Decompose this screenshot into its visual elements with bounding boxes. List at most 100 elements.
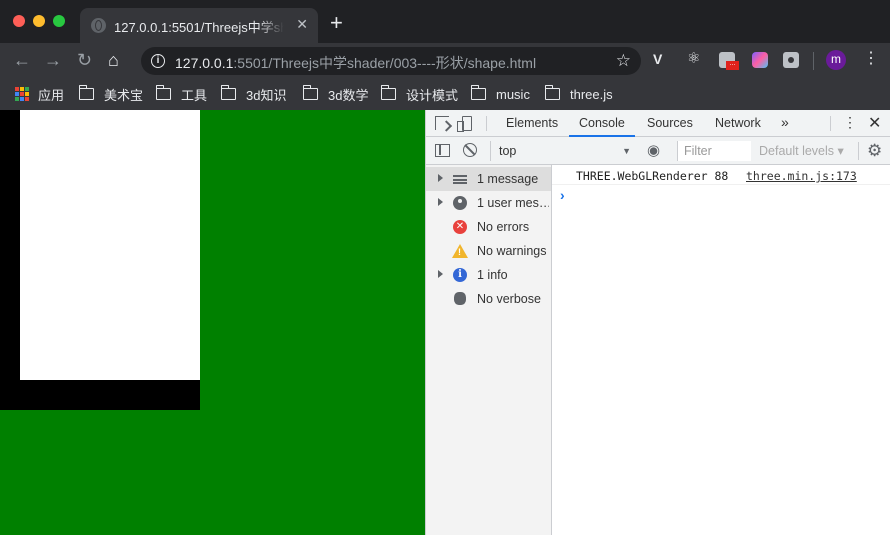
sidebar-item-info[interactable]: i 1 info: [426, 263, 551, 287]
new-tab-button[interactable]: +: [330, 12, 343, 34]
bookmark-folder[interactable]: 设计模式: [380, 84, 459, 104]
bug-icon: [454, 292, 466, 305]
close-devtools-icon[interactable]: ✕: [868, 113, 881, 133]
user-icon: [453, 196, 467, 210]
devtools-panel: Elements Console Sources Network » ⋮ ✕ t…: [425, 110, 890, 535]
console-prompt[interactable]: ›: [560, 187, 565, 203]
info-icon: i: [453, 268, 467, 282]
v-extension-icon[interactable]: V: [653, 51, 669, 67]
sidebar-item-warnings[interactable]: ! No warnings: [426, 239, 551, 263]
tab-network[interactable]: Network: [705, 110, 771, 137]
gear-icon[interactable]: ⚙: [867, 141, 882, 161]
sidebar-item-label: 1 info: [477, 268, 508, 282]
back-arrow-icon[interactable]: ←: [13, 50, 31, 70]
bookmark-folder[interactable]: 美术宝: [78, 84, 144, 104]
sidebar-toggle-icon[interactable]: [435, 144, 450, 157]
close-window-button[interactable]: [13, 15, 25, 27]
sidebar-item-label: 1 user mes…: [477, 196, 549, 210]
profile-avatar[interactable]: m: [826, 50, 846, 70]
clear-console-icon[interactable]: [463, 143, 477, 157]
browser-menu-icon[interactable]: ⋮: [863, 49, 879, 69]
bookmark-label: music: [496, 86, 530, 102]
expand-arrow-icon[interactable]: [438, 174, 443, 182]
address-bar[interactable]: i 127.0.0.1:5501/Threejs中学shader/003----…: [141, 47, 641, 75]
devtools-menu-icon[interactable]: ⋮: [843, 114, 857, 131]
live-expression-eye-icon[interactable]: ◉: [647, 143, 660, 158]
sidebar-item-label: No warnings: [477, 244, 547, 258]
folder-icon: [380, 85, 396, 100]
sidebar-item-errors[interactable]: ✕ No errors: [426, 215, 551, 239]
forward-arrow-icon[interactable]: →: [44, 50, 62, 70]
site-info-icon[interactable]: i: [151, 54, 165, 68]
title-bar: 127.0.0.1:5501/Threejs中学shader/003----形状…: [0, 0, 890, 43]
folder-icon: [155, 85, 171, 100]
expand-arrow-icon[interactable]: [438, 270, 443, 278]
more-tabs-icon[interactable]: »: [781, 114, 789, 130]
reload-icon[interactable]: ↻: [77, 50, 92, 70]
expand-arrow-icon[interactable]: [438, 198, 443, 206]
folder-icon: [220, 85, 236, 100]
inspect-element-icon[interactable]: [435, 116, 449, 130]
bookmark-label: 3d数学: [328, 87, 369, 103]
folder-icon: [302, 85, 318, 100]
divider: [830, 116, 831, 131]
bookmark-label: 工具: [181, 87, 208, 103]
caret-down-icon: ▼: [622, 146, 631, 156]
console-filter-bar: top ▼ ◉ Filter Default levels ▾ ⚙: [426, 137, 890, 165]
home-icon[interactable]: ⌂: [108, 50, 119, 70]
sidebar-item-messages[interactable]: 1 message: [426, 167, 551, 191]
globe-icon: [91, 18, 106, 33]
bookmark-label: 设计模式: [406, 87, 459, 103]
sidebar-item-label: No errors: [477, 220, 530, 234]
warning-mark: !: [458, 247, 461, 257]
devtools-tab-bar: Elements Console Sources Network » ⋮ ✕: [426, 110, 890, 137]
bookmark-folder[interactable]: 3d数学: [302, 84, 369, 104]
list-icon: [453, 175, 467, 184]
sidebar-item-verbose[interactable]: No verbose: [426, 287, 551, 311]
tab-console[interactable]: Console: [569, 110, 635, 137]
color-picker-icon[interactable]: [752, 52, 768, 68]
bookmark-star-icon[interactable]: ☆: [616, 51, 631, 71]
context-selector[interactable]: top ▼: [490, 141, 631, 161]
sidebar-item-label: 1 message: [477, 172, 539, 186]
folder-icon: [544, 85, 560, 100]
console-output: THREE.WebGLRenderer 88 three.min.js:173 …: [552, 165, 890, 535]
tab-sources[interactable]: Sources: [637, 110, 703, 137]
console-log-row: THREE.WebGLRenderer 88 three.min.js:173: [552, 165, 890, 185]
url-text: 127.0.0.1:5501/Threejs中学shader/003----形状…: [175, 55, 537, 71]
bookmark-folder[interactable]: 3d知识: [220, 84, 286, 104]
sidebar-item-user-messages[interactable]: 1 user mes…: [426, 191, 551, 215]
bookmark-apps[interactable]: 应用: [15, 84, 64, 104]
context-value: top: [499, 144, 517, 158]
tab-title: 127.0.0.1:5501/Threejs中学shader/003----形状…: [114, 20, 284, 35]
close-tab-icon[interactable]: ✕: [296, 16, 308, 33]
bookmark-folder[interactable]: music: [470, 84, 530, 104]
divider: [858, 142, 859, 160]
filter-input[interactable]: Filter: [677, 141, 751, 161]
log-source-link[interactable]: three.min.js:173: [746, 169, 857, 183]
white-rectangle-shape: [20, 110, 200, 380]
folder-icon: [78, 85, 94, 100]
bookmark-label: three.js: [570, 86, 613, 102]
screenshot-icon[interactable]: [783, 52, 799, 68]
device-toolbar-icon[interactable]: [457, 116, 472, 132]
log-levels-dropdown[interactable]: Default levels ▾: [759, 141, 844, 161]
browser-toolbar: ← → ↻ ⌂ i 127.0.0.1:5501/Threejs中学shader…: [0, 43, 890, 78]
react-devtools-icon[interactable]: ⚛: [687, 49, 703, 67]
divider: [486, 116, 487, 131]
zoom-window-button[interactable]: [53, 15, 65, 27]
extension-box-icon[interactable]: ...: [719, 52, 739, 70]
error-icon: ✕: [453, 220, 467, 234]
bookmark-folder[interactable]: 工具: [155, 84, 208, 104]
minimize-window-button[interactable]: [33, 15, 45, 27]
bookmark-label: 美术宝: [104, 87, 144, 103]
webgl-canvas[interactable]: [0, 110, 425, 535]
extension-badge: ...: [726, 60, 739, 70]
sidebar-item-label: No verbose: [477, 292, 541, 306]
bookmark-folder[interactable]: three.js: [544, 84, 613, 104]
tab-elements[interactable]: Elements: [496, 110, 568, 137]
apps-grid-icon: [15, 87, 29, 101]
folder-icon: [470, 85, 486, 100]
console-sidebar: 1 message 1 user mes… ✕ No errors ! No w…: [426, 165, 552, 535]
browser-tab[interactable]: 127.0.0.1:5501/Threejs中学shader/003----形状…: [80, 8, 318, 43]
